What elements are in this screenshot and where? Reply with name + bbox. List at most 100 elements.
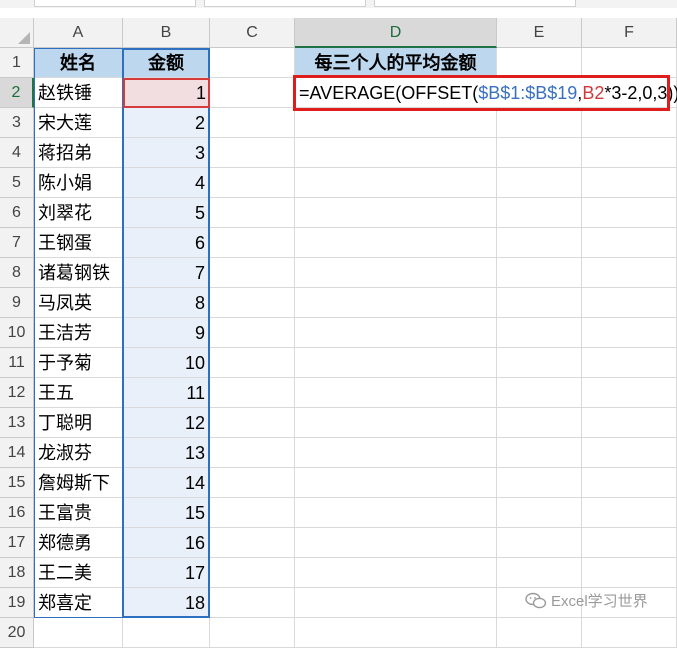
cell-f3[interactable] [582, 108, 677, 138]
cell-f10[interactable] [582, 318, 677, 348]
cell-a19[interactable]: 郑喜定 [34, 588, 123, 618]
cell-f11[interactable] [582, 348, 677, 378]
cell-b12[interactable]: 11 [123, 378, 210, 408]
cell-d11[interactable] [295, 348, 497, 378]
cell-f7[interactable] [582, 228, 677, 258]
cell-c12[interactable] [210, 378, 295, 408]
cell-b10[interactable]: 9 [123, 318, 210, 348]
row-header-17[interactable]: 17 [0, 528, 34, 558]
cell-c11[interactable] [210, 348, 295, 378]
cell-d19[interactable] [295, 588, 497, 618]
cell-a18[interactable]: 王二美 [34, 558, 123, 588]
row-header-6[interactable]: 6 [0, 198, 34, 228]
cell-e12[interactable] [497, 378, 582, 408]
cell-c5[interactable] [210, 168, 295, 198]
cell-e16[interactable] [497, 498, 582, 528]
cell-a6[interactable]: 刘翠花 [34, 198, 123, 228]
row-header-13[interactable]: 13 [0, 408, 34, 438]
row-header-8[interactable]: 8 [0, 258, 34, 288]
cell-c15[interactable] [210, 468, 295, 498]
cell-e20[interactable] [497, 618, 582, 648]
cell-a17[interactable]: 郑德勇 [34, 528, 123, 558]
row-header-14[interactable]: 14 [0, 438, 34, 468]
row-header-1[interactable]: 1 [0, 48, 34, 78]
cell-a13[interactable]: 丁聪明 [34, 408, 123, 438]
column-header-c[interactable]: C [210, 18, 295, 48]
cell-b8[interactable]: 7 [123, 258, 210, 288]
formula-editor[interactable]: =AVERAGE(OFFSET($B$1:$B$19,B2*3-2,0,3)) [296, 78, 677, 107]
cell-c3[interactable] [210, 108, 295, 138]
cell-b20[interactable] [123, 618, 210, 648]
cell-e15[interactable] [497, 468, 582, 498]
cell-f17[interactable] [582, 528, 677, 558]
cell-b19[interactable]: 18 [123, 588, 210, 618]
select-all-corner[interactable] [0, 18, 34, 48]
row-header-20[interactable]: 20 [0, 618, 34, 648]
cell-d5[interactable] [295, 168, 497, 198]
cell-e7[interactable] [497, 228, 582, 258]
row-header-18[interactable]: 18 [0, 558, 34, 588]
formula-bar[interactable] [374, 0, 576, 7]
cell-b11[interactable]: 10 [123, 348, 210, 378]
cell-e6[interactable] [497, 198, 582, 228]
cell-d14[interactable] [295, 438, 497, 468]
row-header-11[interactable]: 11 [0, 348, 34, 378]
column-header-a[interactable]: A [34, 18, 123, 48]
cell-e4[interactable] [497, 138, 582, 168]
cell-b18[interactable]: 17 [123, 558, 210, 588]
cell-b5[interactable]: 4 [123, 168, 210, 198]
row-header-16[interactable]: 16 [0, 498, 34, 528]
cell-e18[interactable] [497, 558, 582, 588]
cell-c9[interactable] [210, 288, 295, 318]
cell-b6[interactable]: 5 [123, 198, 210, 228]
cell-c10[interactable] [210, 318, 295, 348]
cell-a5[interactable]: 陈小娟 [34, 168, 123, 198]
cell-b14[interactable]: 13 [123, 438, 210, 468]
cell-d15[interactable] [295, 468, 497, 498]
cell-a16[interactable]: 王富贵 [34, 498, 123, 528]
cell-a9[interactable]: 马凤英 [34, 288, 123, 318]
cell-a4[interactable]: 蒋招弟 [34, 138, 123, 168]
cell-c2[interactable] [210, 78, 295, 108]
cell-f5[interactable] [582, 168, 677, 198]
cell-c13[interactable] [210, 408, 295, 438]
cell-c7[interactable] [210, 228, 295, 258]
cell-a1[interactable]: 姓名 [34, 48, 123, 78]
cell-e13[interactable] [497, 408, 582, 438]
cell-e9[interactable] [497, 288, 582, 318]
cell-e14[interactable] [497, 438, 582, 468]
cell-a14[interactable]: 龙淑芬 [34, 438, 123, 468]
cell-f13[interactable] [582, 408, 677, 438]
cell-d6[interactable] [295, 198, 497, 228]
row-header-15[interactable]: 15 [0, 468, 34, 498]
name-box[interactable] [34, 0, 196, 7]
cell-e3[interactable] [497, 108, 582, 138]
cell-d20[interactable] [295, 618, 497, 648]
cell-c1[interactable] [210, 48, 295, 78]
cell-f1[interactable] [582, 48, 677, 78]
cell-c19[interactable] [210, 588, 295, 618]
cell-a2[interactable]: 赵铁锤 [34, 78, 123, 108]
cell-d13[interactable] [295, 408, 497, 438]
cell-a20[interactable] [34, 618, 123, 648]
row-header-12[interactable]: 12 [0, 378, 34, 408]
cell-a12[interactable]: 王五 [34, 378, 123, 408]
column-header-e[interactable]: E [497, 18, 582, 48]
cell-f4[interactable] [582, 138, 677, 168]
cell-c17[interactable] [210, 528, 295, 558]
row-header-9[interactable]: 9 [0, 288, 34, 318]
cell-e17[interactable] [497, 528, 582, 558]
cell-b3[interactable]: 2 [123, 108, 210, 138]
cell-e10[interactable] [497, 318, 582, 348]
cell-a8[interactable]: 诸葛钢铁 [34, 258, 123, 288]
cell-d12[interactable] [295, 378, 497, 408]
cell-b1[interactable]: 金额 [123, 48, 210, 78]
row-header-7[interactable]: 7 [0, 228, 34, 258]
cell-d9[interactable] [295, 288, 497, 318]
cell-b9[interactable]: 8 [123, 288, 210, 318]
cell-f15[interactable] [582, 468, 677, 498]
cell-e8[interactable] [497, 258, 582, 288]
cell-f16[interactable] [582, 498, 677, 528]
cell-c14[interactable] [210, 438, 295, 468]
cell-b13[interactable]: 12 [123, 408, 210, 438]
